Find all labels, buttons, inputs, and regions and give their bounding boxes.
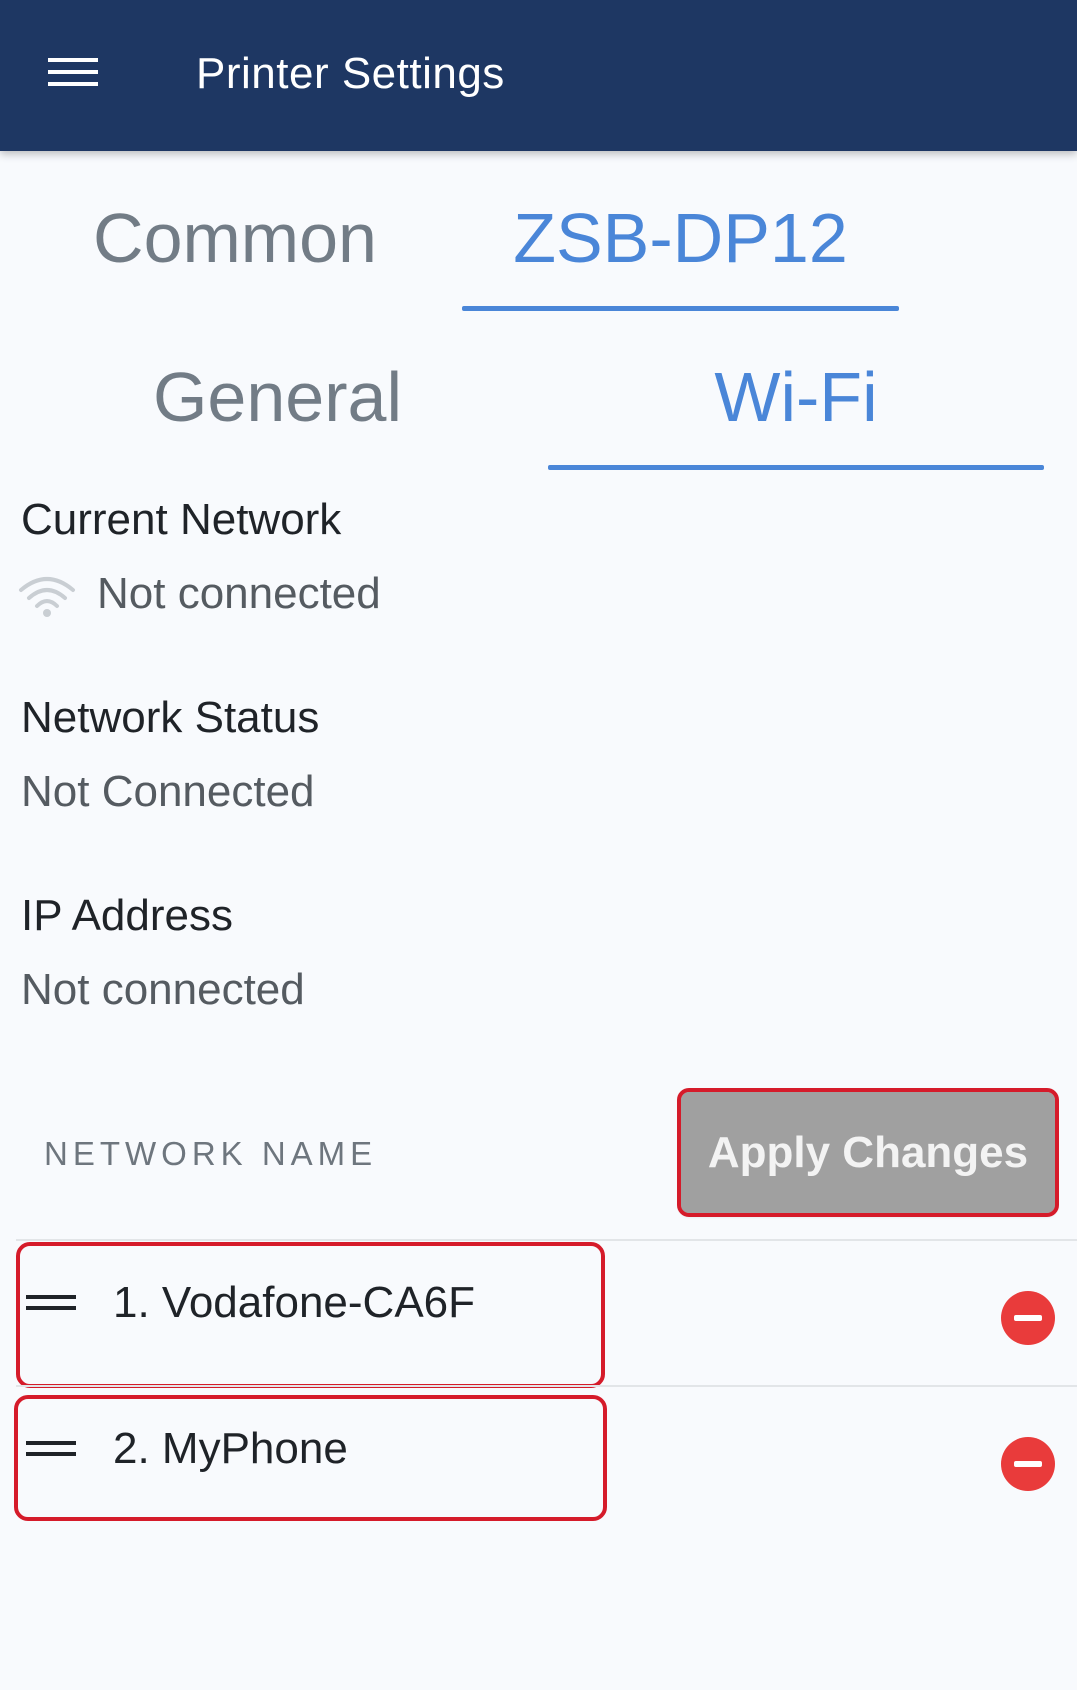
- active-tab-indicator-primary: [462, 306, 899, 311]
- ip-address-label: IP Address: [21, 891, 233, 940]
- remove-network-icon[interactable]: [1000, 1436, 1056, 1492]
- remove-network-icon[interactable]: [1000, 1290, 1056, 1346]
- active-tab-indicator-secondary: [548, 465, 1044, 470]
- page-title: Printer Settings: [196, 49, 505, 98]
- network-name: 1. Vodafone-CA6F: [113, 1278, 476, 1327]
- network-status-label: Network Status: [21, 693, 320, 742]
- tab-common[interactable]: Common: [60, 198, 410, 278]
- network-name: 2. MyPhone: [113, 1424, 348, 1473]
- network-name-column-header: NETWORK NAME: [44, 1135, 378, 1172]
- current-network-value: Not connected: [97, 569, 381, 618]
- apply-changes-button[interactable]: Apply Changes: [681, 1092, 1055, 1213]
- tab-printer-zsb-dp12[interactable]: ZSB-DP12: [462, 198, 899, 278]
- network-status-value: Not Connected: [21, 767, 315, 816]
- app-root: Printer Settings Common ZSB-DP12 General…: [0, 0, 1077, 1690]
- tab-general[interactable]: General: [100, 357, 455, 437]
- hamburger-menu-icon[interactable]: [46, 52, 102, 96]
- wifi-icon: [18, 574, 76, 618]
- list-item: 2. MyPhone: [0, 1387, 1077, 1533]
- app-header: Printer Settings: [0, 0, 1077, 151]
- drag-handle-icon[interactable]: [26, 1291, 78, 1315]
- ip-address-value: Not connected: [21, 965, 305, 1014]
- list-item: 1. Vodafone-CA6F: [0, 1241, 1077, 1387]
- current-network-label: Current Network: [21, 495, 342, 544]
- tab-wifi[interactable]: Wi-Fi: [548, 357, 1044, 437]
- drag-handle-icon[interactable]: [26, 1437, 78, 1461]
